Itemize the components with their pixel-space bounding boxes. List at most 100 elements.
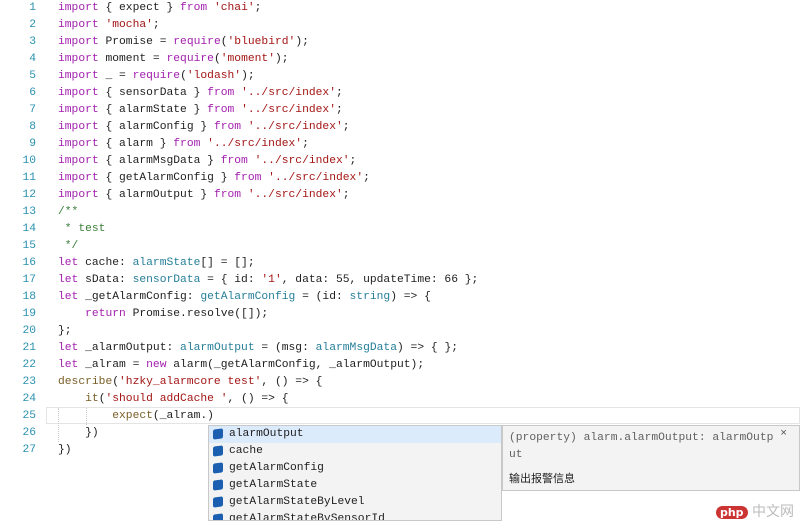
autocomplete-list[interactable]: alarmOutput cache getAlarmConfig getAlarmSt… [208, 425, 502, 521]
suggestion-item[interactable]: cache [209, 443, 501, 460]
suggestion-label: getAlarmState [229, 479, 318, 491]
suggestion-item[interactable]: alarmOutput [209, 426, 501, 443]
code-line[interactable]: 10 import { alarmMsgData } from '../src/i… [0, 153, 800, 170]
code-token: from [180, 2, 208, 14]
code-token: import [58, 2, 99, 14]
code-text: import Promise = require('bluebird'); [58, 34, 309, 51]
line-number: 15 [22, 240, 36, 252]
code-token: _ = [105, 70, 133, 82]
code-text: let cache: alarmState[] = []; [58, 255, 255, 272]
code-token: let [58, 359, 79, 371]
line-number: 16 [22, 257, 36, 269]
code-text: describe('hzky_alarmcore test', () => { [58, 374, 322, 391]
code-token: }) [58, 427, 99, 439]
code-token: 'bluebird' [227, 36, 296, 48]
code-line[interactable]: 4 import moment = require('moment'); [0, 51, 800, 68]
line-number: 7 [29, 104, 36, 116]
code-token: /** [58, 206, 79, 218]
code-line[interactable]: 8 import { alarmConfig } from '../src/ind… [0, 119, 800, 136]
code-token: '1' [261, 274, 282, 286]
code-line[interactable]: 11 import { getAlarmConfig } from '../src… [0, 170, 800, 187]
suggestion-item[interactable]: getAlarmState [209, 477, 501, 494]
code-line[interactable]: 17 let sData: sensorData = { id: '1', dat… [0, 272, 800, 289]
code-token: [] = []; [200, 257, 255, 269]
code-line[interactable]: 20}; [0, 323, 800, 340]
code-token: ; [349, 155, 357, 167]
code-token: */ [58, 240, 79, 252]
suggestion-label: getAlarmStateBySensorId [229, 513, 385, 521]
code-token: 'lodash' [186, 70, 242, 82]
suggestion-item[interactable]: getAlarmConfig [209, 460, 501, 477]
code-token: { alarmOutput } [105, 189, 214, 201]
code-token: , () => { [261, 376, 323, 388]
code-token: _getAlarmConfig: [78, 291, 201, 303]
line-number: 11 [22, 172, 36, 184]
code-token: { alarmConfig } [105, 121, 214, 133]
suggestion-item[interactable]: getAlarmStateByLevel [209, 494, 501, 511]
code-line[interactable]: 18 let _getAlarmConfig: getAlarmConfig = … [0, 289, 800, 306]
code-line[interactable]: 13 /** [0, 204, 800, 221]
code-token: ( [112, 376, 120, 388]
line-number: 5 [29, 70, 36, 82]
code-line[interactable]: 6 import { sensorData } from '../src/inde… [0, 85, 800, 102]
code-line[interactable]: 21 let _alarmOutput: alarmOutput = (msg: … [0, 340, 800, 357]
property-icon [213, 428, 223, 440]
code-line[interactable]: 1 import { expect } from 'chai'; [0, 0, 800, 17]
code-text: let _getAlarmConfig: getAlarmConfig = (i… [58, 289, 431, 306]
code-token: alarmState [132, 257, 201, 269]
code-token: ) => { [390, 291, 431, 303]
code-line[interactable]: 22 let _alram = new alarm(_getAlarmConfig… [0, 357, 800, 374]
code-line[interactable]: 7 import { alarmState } from '../src/inde… [0, 102, 800, 119]
line-number: 4 [29, 53, 36, 65]
code-line[interactable]: 2 import 'mocha'; [0, 17, 800, 34]
code-text: * test [58, 221, 106, 238]
property-icon [213, 445, 223, 457]
code-token: '../src/index' [261, 172, 364, 184]
code-token: ); [295, 36, 309, 48]
code-token: ( [220, 36, 228, 48]
line-number: 3 [29, 36, 36, 48]
code-line[interactable]: 9 import { alarm } from '../src/index'; [0, 136, 800, 153]
line-number: 22 [22, 359, 36, 371]
line-number: 27 [22, 444, 36, 456]
code-line[interactable]: 25 expect(_alram.) [0, 408, 800, 425]
code-token: it [85, 393, 99, 405]
code-token: '../src/index' [234, 104, 336, 116]
property-icon [213, 462, 223, 474]
suggestion-label: getAlarmConfig [229, 462, 324, 474]
code-text: */ [58, 238, 79, 255]
code-token: '../src/index' [247, 155, 350, 167]
line-number: 23 [22, 376, 36, 388]
code-line[interactable]: 23 describe('hzky_alarmcore test', () => … [0, 374, 800, 391]
code-text: }) [58, 425, 99, 442]
code-line[interactable]: 16 let cache: alarmState[] = []; [0, 255, 800, 272]
line-number: 6 [29, 87, 36, 99]
code-text: import { alarm } from '../src/index'; [58, 136, 309, 153]
code-text: import { alarmOutput } from '../src/inde… [58, 187, 350, 204]
code-token: '../src/index' [241, 189, 343, 201]
code-line[interactable]: 24 it('should addCache ', () => { [0, 391, 800, 408]
line-number: 1 [29, 2, 36, 14]
code-token: cache: [78, 257, 133, 269]
code-token: ; [336, 104, 343, 116]
code-line[interactable]: 14 * test [0, 221, 800, 238]
line-number: 12 [22, 189, 36, 201]
code-token: require [173, 36, 221, 48]
code-line[interactable]: 12 import { alarmOutput } from '../src/in… [0, 187, 800, 204]
code-line[interactable]: 19 return Promise.resolve([]); [0, 306, 800, 323]
code-line[interactable]: 15 */ [0, 238, 800, 255]
code-token: import [58, 155, 99, 167]
code-token: let [58, 342, 79, 354]
line-number: 14 [22, 223, 36, 235]
code-line[interactable]: 3 import Promise = require('bluebird'); [0, 34, 800, 51]
suggestion-item[interactable]: getAlarmStateBySensorId [209, 511, 501, 521]
close-icon[interactable]: × [780, 428, 787, 440]
code-token: return [85, 308, 126, 320]
code-line[interactable]: 5 import _ = require('lodash'); [0, 68, 800, 85]
code-text: import { alarmMsgData } from '../src/ind… [58, 153, 356, 170]
code-token: = { id: [200, 274, 262, 286]
code-token: }; [58, 325, 72, 337]
watermark-text: 中文网 [752, 504, 794, 520]
